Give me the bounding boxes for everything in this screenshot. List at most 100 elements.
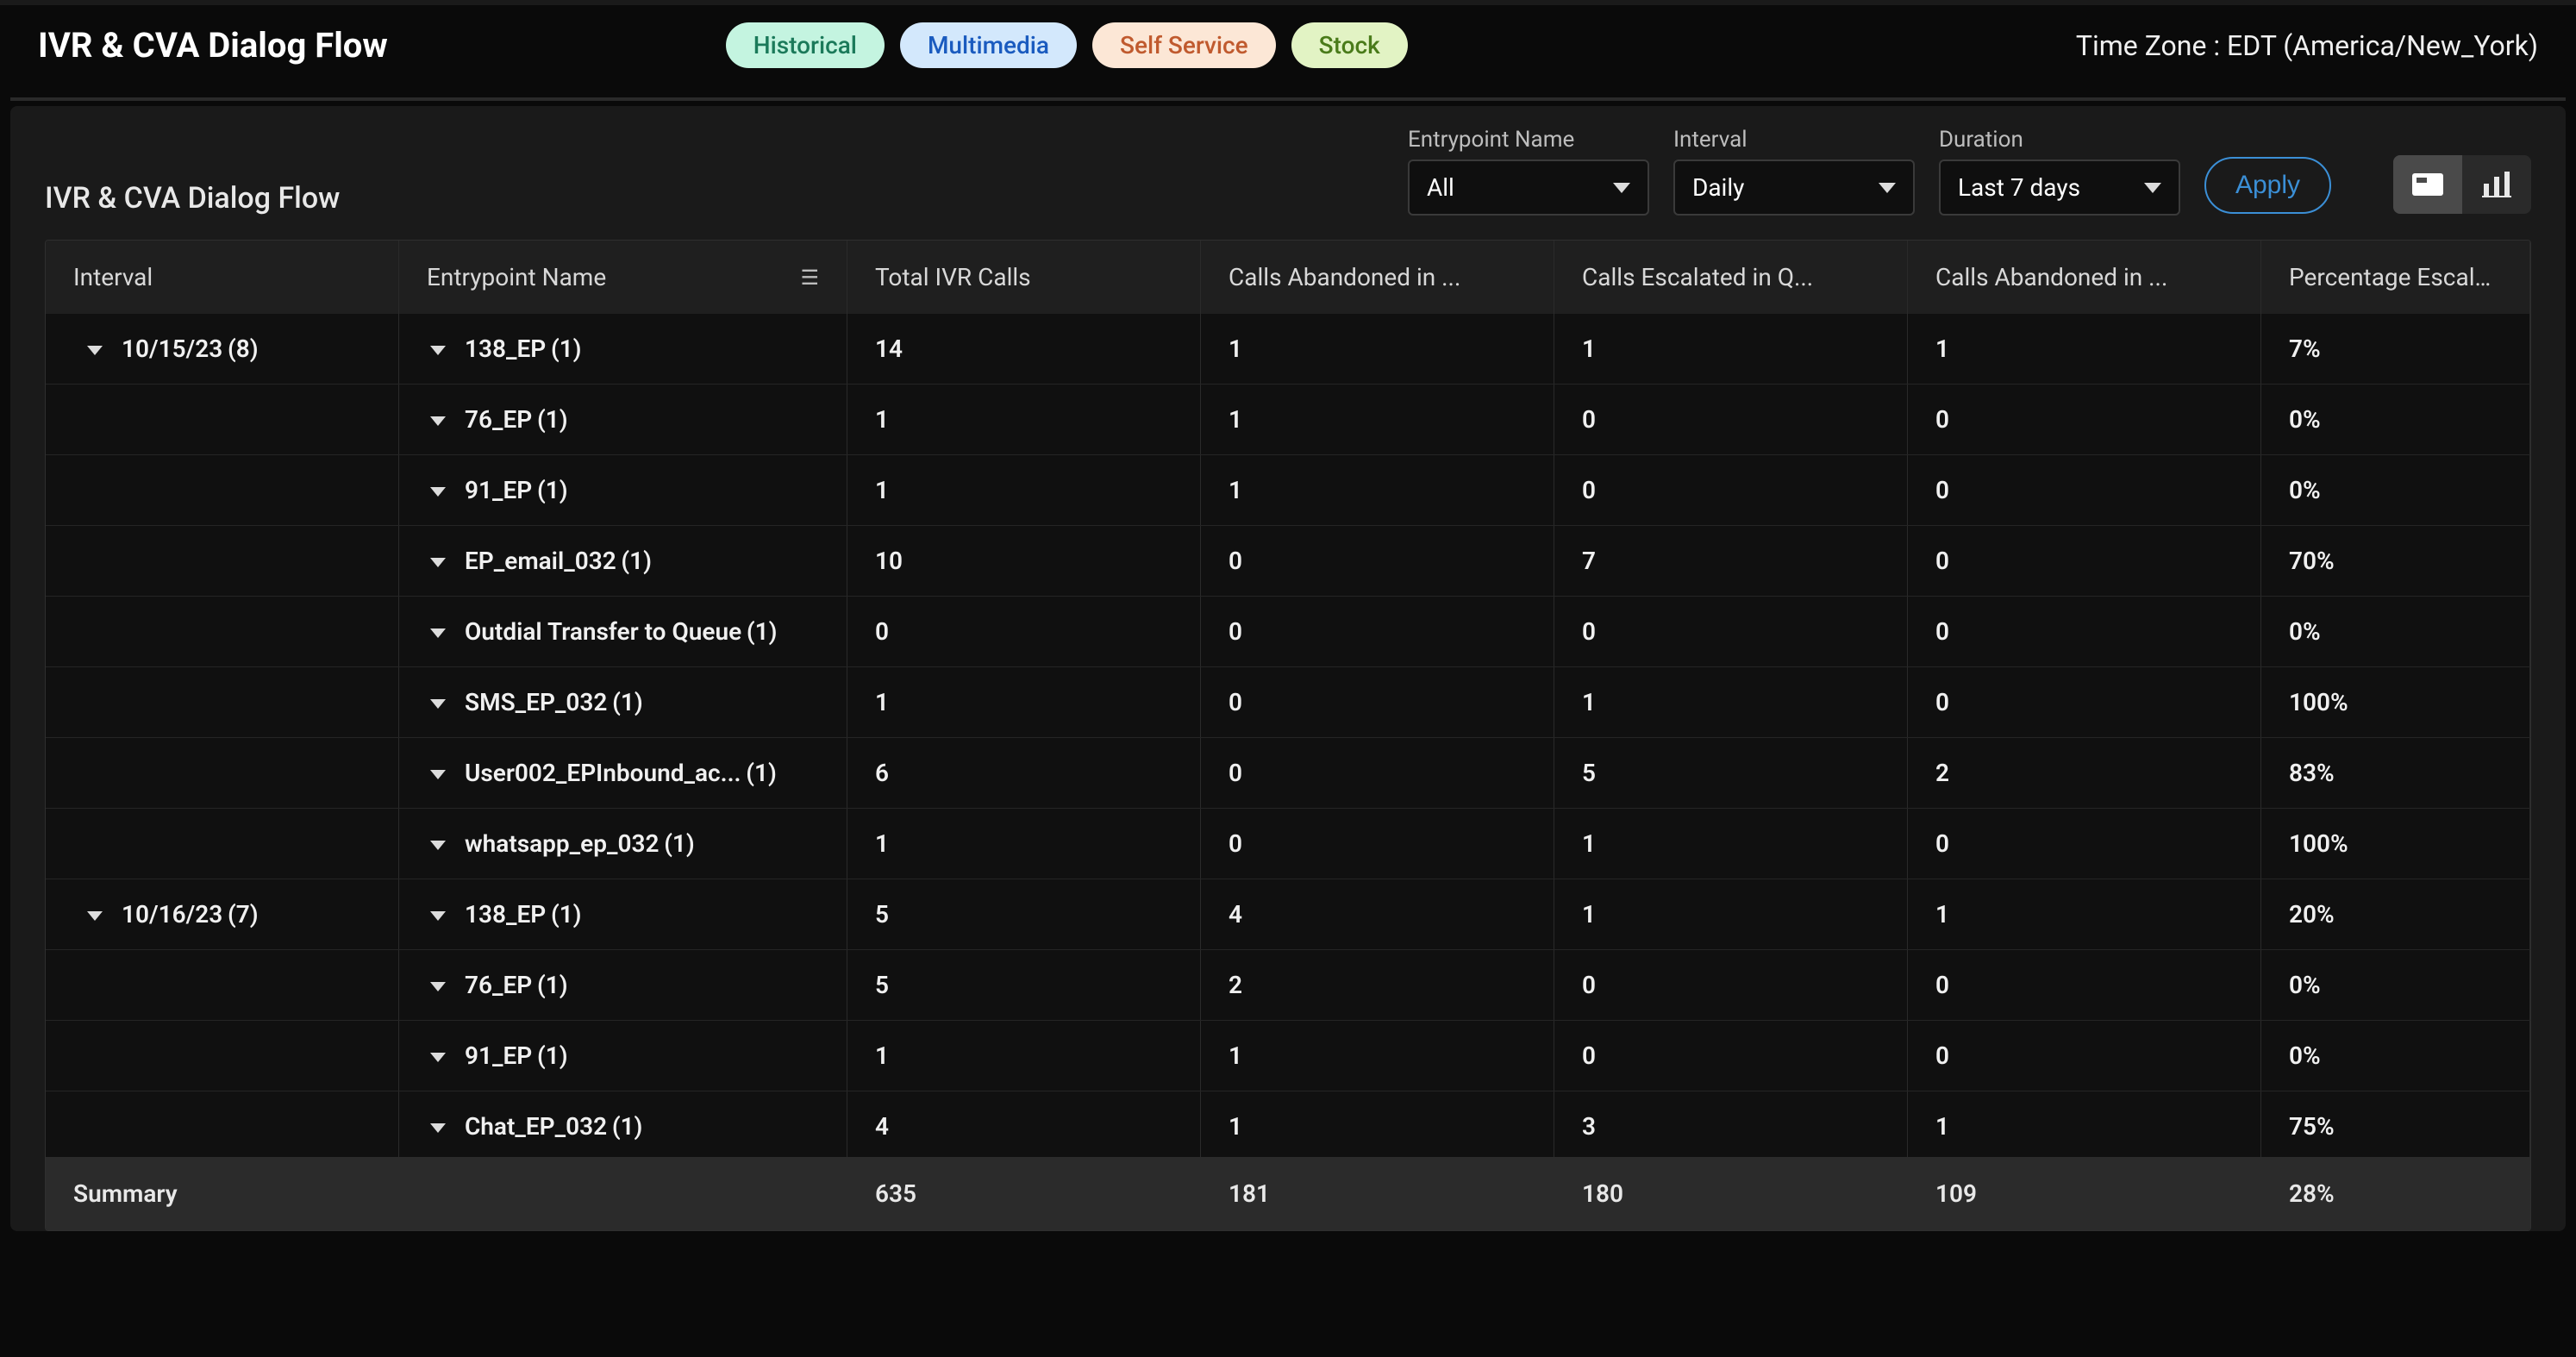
interval-cell[interactable]: [46, 385, 399, 454]
interval-select[interactable]: Daily: [1673, 159, 1915, 216]
col-entrypoint[interactable]: Entrypoint Name ☰: [399, 241, 847, 314]
table-row[interactable]: SMS_EP_032 (1)1010100%: [46, 667, 2530, 738]
chevron-down-icon[interactable]: [87, 346, 103, 355]
interval-cell[interactable]: [46, 667, 399, 737]
column-menu-icon[interactable]: ☰: [800, 266, 819, 290]
pill-stock[interactable]: Stock: [1291, 22, 1408, 68]
table-row[interactable]: 76_EP (1)52000%: [46, 950, 2530, 1021]
cell-esc: 1: [1554, 667, 1908, 737]
entrypoint-cell[interactable]: SMS_EP_032 (1): [399, 667, 847, 737]
chevron-down-icon[interactable]: [430, 558, 446, 567]
bar-chart-icon: [2482, 172, 2511, 197]
entrypoint-cell[interactable]: Outdial Transfer to Queue (1): [399, 597, 847, 666]
table-row[interactable]: 10/15/23 (8)138_EP (1)141117%: [46, 314, 2530, 385]
chevron-down-icon[interactable]: [430, 1053, 446, 1062]
cell-pct: 0%: [2261, 385, 2530, 454]
entrypoint-cell[interactable]: 91_EP (1): [399, 1021, 847, 1091]
col-escalated[interactable]: Calls Escalated in Q...: [1554, 241, 1908, 314]
col-total[interactable]: Total IVR Calls: [847, 241, 1201, 314]
entrypoint-cell[interactable]: 138_EP (1): [399, 314, 847, 384]
table-row[interactable]: User002_EPInbound_ac... (1)605283%: [46, 738, 2530, 809]
chevron-down-icon[interactable]: [430, 487, 446, 497]
col-abandoned-2[interactable]: Calls Abandoned in ...: [1908, 241, 2261, 314]
chevron-down-icon[interactable]: [430, 699, 446, 709]
interval-cell[interactable]: [46, 526, 399, 596]
chevron-down-icon[interactable]: [430, 770, 446, 779]
interval-cell[interactable]: 10/16/23 (7): [46, 879, 399, 949]
interval-cell[interactable]: [46, 1021, 399, 1091]
table-row[interactable]: Outdial Transfer to Queue (1)00000%: [46, 597, 2530, 667]
entrypoint-cell[interactable]: EP_email_032 (1): [399, 526, 847, 596]
cell-total: 5: [847, 879, 1201, 949]
chevron-down-icon[interactable]: [430, 841, 446, 850]
cell-ab2: 0: [1908, 667, 2261, 737]
interval-cell[interactable]: [46, 738, 399, 808]
entrypoint-cell[interactable]: whatsapp_ep_032 (1): [399, 809, 847, 879]
cell-total: 1: [847, 1021, 1201, 1091]
summary-total: 635: [847, 1157, 1201, 1230]
table-body[interactable]: 10/15/23 (8)138_EP (1)141117%76_EP (1)11…: [46, 314, 2530, 1197]
view-card-button[interactable]: [2393, 155, 2462, 214]
entrypoint-label: Chat_EP_032 (1): [465, 1112, 642, 1141]
duration-select[interactable]: Last 7 days: [1939, 159, 2180, 216]
cell-ab2: 0: [1908, 809, 2261, 879]
table-row[interactable]: 91_EP (1)11000%: [46, 1021, 2530, 1091]
cell-esc: 1: [1554, 879, 1908, 949]
chevron-down-icon[interactable]: [430, 1123, 446, 1133]
chevron-down-icon[interactable]: [430, 416, 446, 426]
apply-button[interactable]: Apply: [2204, 157, 2331, 214]
chevron-down-icon[interactable]: [430, 911, 446, 921]
table-row[interactable]: Chat_EP_032 (1)413175%: [46, 1091, 2530, 1162]
cell-pct: 20%: [2261, 879, 2530, 949]
table-row[interactable]: 10/16/23 (7)138_EP (1)541120%: [46, 879, 2530, 950]
timezone-label: Time Zone : EDT (America/New_York): [2076, 29, 2538, 62]
chevron-down-icon[interactable]: [430, 628, 446, 638]
cell-total: 1: [847, 667, 1201, 737]
table-row[interactable]: EP_email_032 (1)1007070%: [46, 526, 2530, 597]
group-label: 10/15/23 (8): [122, 335, 259, 363]
col-percentage[interactable]: Percentage Escalatio...: [2261, 241, 2530, 314]
col-abandoned-1[interactable]: Calls Abandoned in ...: [1201, 241, 1554, 314]
interval-cell[interactable]: [46, 950, 399, 1020]
cell-ab2: 2: [1908, 738, 2261, 808]
cell-ab2: 0: [1908, 950, 2261, 1020]
summary-label: Summary: [46, 1157, 399, 1230]
data-table: Interval Entrypoint Name ☰ Total IVR Cal…: [45, 240, 2531, 1231]
interval-cell[interactable]: [46, 597, 399, 666]
pill-self-service[interactable]: Self Service: [1092, 22, 1276, 68]
chevron-down-icon[interactable]: [430, 982, 446, 991]
table-row[interactable]: whatsapp_ep_032 (1)1010100%: [46, 809, 2530, 879]
select-value: All: [1427, 173, 1454, 202]
cell-esc: 1: [1554, 809, 1908, 879]
entrypoint-cell[interactable]: User002_EPInbound_ac... (1): [399, 738, 847, 808]
interval-cell[interactable]: [46, 455, 399, 525]
cell-ab1: 1: [1201, 1021, 1554, 1091]
cell-ab1: 4: [1201, 879, 1554, 949]
cell-ab2: 0: [1908, 1021, 2261, 1091]
pill-historical[interactable]: Historical: [726, 22, 885, 68]
entrypoint-select[interactable]: All: [1408, 159, 1649, 216]
select-value: Last 7 days: [1958, 173, 2080, 202]
col-interval[interactable]: Interval: [46, 241, 399, 314]
entrypoint-cell[interactable]: 91_EP (1): [399, 455, 847, 525]
table-row[interactable]: 76_EP (1)11000%: [46, 385, 2530, 455]
entrypoint-label: 76_EP (1): [465, 405, 568, 434]
chevron-down-icon[interactable]: [430, 346, 446, 355]
cell-pct: 7%: [2261, 314, 2530, 384]
interval-cell[interactable]: 10/15/23 (8): [46, 314, 399, 384]
interval-cell[interactable]: [46, 1091, 399, 1161]
table-row[interactable]: 91_EP (1)11000%: [46, 455, 2530, 526]
entrypoint-label: Outdial Transfer to Queue (1): [465, 617, 777, 646]
pill-multimedia[interactable]: Multimedia: [900, 22, 1077, 68]
cell-pct: 0%: [2261, 455, 2530, 525]
chevron-down-icon[interactable]: [87, 911, 103, 921]
entrypoint-cell[interactable]: 76_EP (1): [399, 385, 847, 454]
entrypoint-cell[interactable]: 138_EP (1): [399, 879, 847, 949]
entrypoint-cell[interactable]: Chat_EP_032 (1): [399, 1091, 847, 1161]
cell-esc: 3: [1554, 1091, 1908, 1161]
cell-pct: 70%: [2261, 526, 2530, 596]
interval-cell[interactable]: [46, 809, 399, 879]
view-chart-button[interactable]: [2462, 155, 2531, 214]
entrypoint-cell[interactable]: 76_EP (1): [399, 950, 847, 1020]
entrypoint-label: User002_EPInbound_ac... (1): [465, 759, 777, 787]
